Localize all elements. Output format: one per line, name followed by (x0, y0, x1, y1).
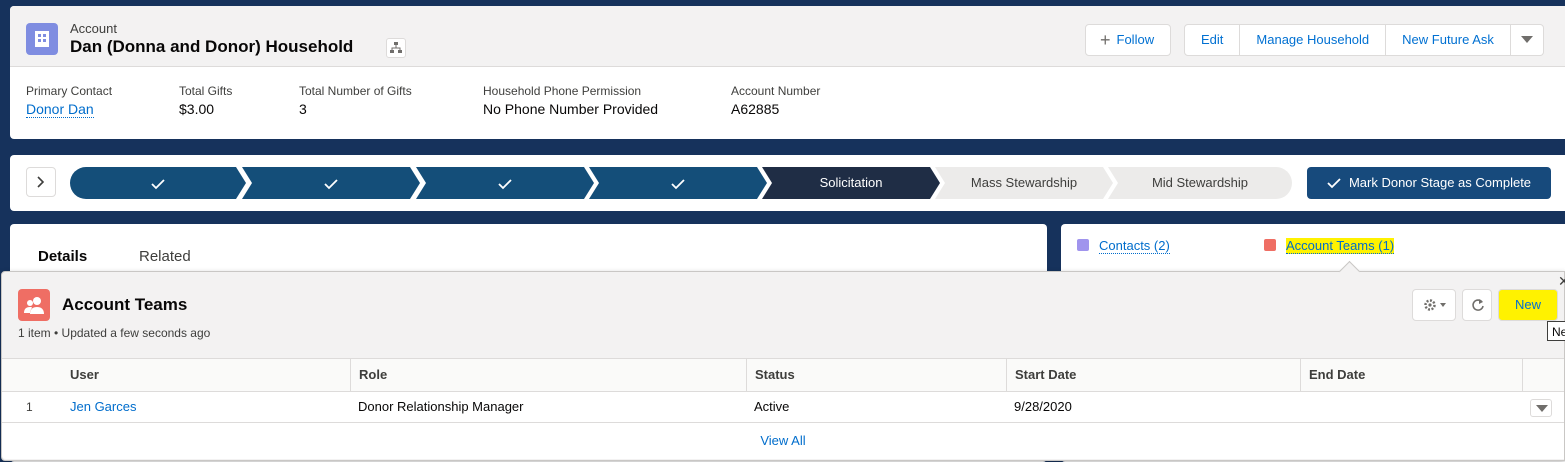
end-date-cell (1300, 392, 1308, 422)
edit-button[interactable]: Edit (1184, 24, 1241, 56)
field-total-number-of-gifts: Total Number of Gifts 3 (299, 84, 412, 117)
more-actions-button[interactable] (1510, 24, 1544, 56)
new-account-team-button[interactable]: New (1498, 289, 1558, 321)
column-header-role[interactable]: Role (350, 359, 746, 391)
account-icon (26, 23, 58, 55)
column-header-user[interactable]: User (62, 359, 350, 391)
check-icon (324, 178, 338, 190)
start-date-cell: 9/28/2020 (1014, 399, 1072, 414)
tab-details[interactable]: Details (38, 248, 87, 265)
path-stage-complete[interactable] (589, 167, 767, 199)
record-title: Dan (Donna and Donor) Household (70, 37, 354, 56)
check-icon (151, 178, 165, 190)
status-cell: Active (754, 399, 790, 414)
account-teams-quick-link[interactable]: Account Teams (1) (1264, 238, 1395, 254)
account-teams-icon (1264, 239, 1276, 251)
contacts-link-label: Contacts (2) (1099, 238, 1170, 254)
chevron-down-icon (1520, 36, 1533, 43)
related-list-title: Account Teams (62, 295, 188, 314)
field-label: Household Phone Permission (483, 84, 642, 98)
refresh-button[interactable] (1462, 289, 1492, 321)
column-header-end-date[interactable]: End Date (1300, 359, 1522, 391)
field-value: No Phone Number Provided (483, 101, 659, 117)
field-total-gifts: Total Gifts $3.00 (179, 84, 232, 117)
table-header: User Role Status Start Date End Date (2, 358, 1564, 392)
field-label: Total Number of Gifts (299, 84, 412, 98)
account-teams-icon (18, 289, 50, 321)
gear-icon (1424, 299, 1446, 311)
field-label: Total Gifts (179, 84, 233, 98)
path-stage-complete[interactable] (70, 167, 246, 199)
contacts-icon (1077, 239, 1089, 251)
column-header-start-date[interactable]: Start Date (1006, 359, 1300, 391)
table-row: 1 Jen Garces Donor Relationship Manager … (2, 392, 1564, 423)
follow-label: Follow (1116, 32, 1155, 47)
role-cell: Donor Relationship Manager (358, 399, 524, 414)
related-list-meta: 1 item • Updated a few seconds ago (18, 326, 211, 340)
primary-contact-link[interactable]: Donor Dan (26, 101, 94, 118)
close-icon[interactable]: ✕ (1558, 274, 1565, 288)
mark-stage-complete-label: Mark Donor Stage as Complete (1348, 175, 1532, 190)
path-stage-mid-stewardship[interactable]: Mid Stewardship (1108, 167, 1292, 199)
refresh-icon (1472, 299, 1484, 311)
row-number: 1 (26, 400, 33, 414)
new-button-tooltip: New (1547, 321, 1565, 341)
field-account-number: Account Number A62885 (731, 84, 820, 117)
user-link[interactable]: Jen Garces (62, 392, 136, 422)
action-button-group: Edit Manage Household New Future Ask (1184, 24, 1544, 56)
path-expand-button[interactable] (26, 167, 56, 197)
path-stage-complete[interactable] (416, 167, 594, 199)
hierarchy-icon (390, 42, 402, 53)
path-stage-mass-stewardship[interactable]: Mass Stewardship (935, 167, 1113, 199)
new-future-ask-button[interactable]: New Future Ask (1386, 24, 1511, 56)
account-teams-hover-panel: ✕ Account Teams 1 item • Updated a few s… (1, 260, 1565, 461)
field-label: Primary Contact (26, 84, 113, 98)
view-all-link[interactable]: View All (2, 423, 1564, 459)
column-header-status[interactable]: Status (746, 359, 1006, 391)
record-header: Account Dan (Donna and Donor) Household … (10, 6, 1565, 139)
hierarchy-button[interactable] (386, 38, 406, 58)
field-value: $3.00 (179, 101, 215, 117)
contacts-quick-link[interactable]: Contacts (2) (1077, 238, 1170, 254)
record-header-top: Account Dan (Donna and Donor) Household … (10, 6, 1565, 67)
mark-stage-complete-button[interactable]: Mark Donor Stage as Complete (1307, 167, 1551, 199)
row-actions-button[interactable] (1530, 399, 1552, 417)
sales-path: Solicitation Mass Stewardship Mid Stewar… (10, 155, 1565, 211)
tab-related[interactable]: Related (139, 248, 191, 265)
follow-button[interactable]: + Follow (1085, 24, 1172, 56)
account-teams-link-label: Account Teams (1) (1286, 238, 1395, 254)
path-stage-complete[interactable] (242, 167, 420, 199)
check-icon (671, 178, 685, 190)
column-header-actions (1522, 359, 1564, 391)
field-primary-contact: Primary Contact Donor Dan (26, 84, 112, 119)
list-settings-button[interactable] (1412, 289, 1456, 321)
field-household-phone-permission: Household Phone Permission No Phone Numb… (483, 84, 658, 117)
chevron-right-icon (37, 176, 45, 188)
field-label: Account Number (731, 84, 821, 98)
check-icon (1327, 178, 1341, 189)
account-teams-table: User Role Status Start Date End Date 1 J… (2, 358, 1564, 459)
field-value: A62885 (731, 101, 780, 117)
chevron-down-icon (1536, 405, 1548, 412)
check-icon (498, 178, 512, 190)
plus-icon: + (1100, 30, 1111, 50)
manage-household-button[interactable]: Manage Household (1240, 24, 1387, 56)
path-stage-current[interactable]: Solicitation (762, 167, 940, 199)
entity-label: Account (70, 21, 117, 36)
field-value: 3 (299, 101, 307, 117)
